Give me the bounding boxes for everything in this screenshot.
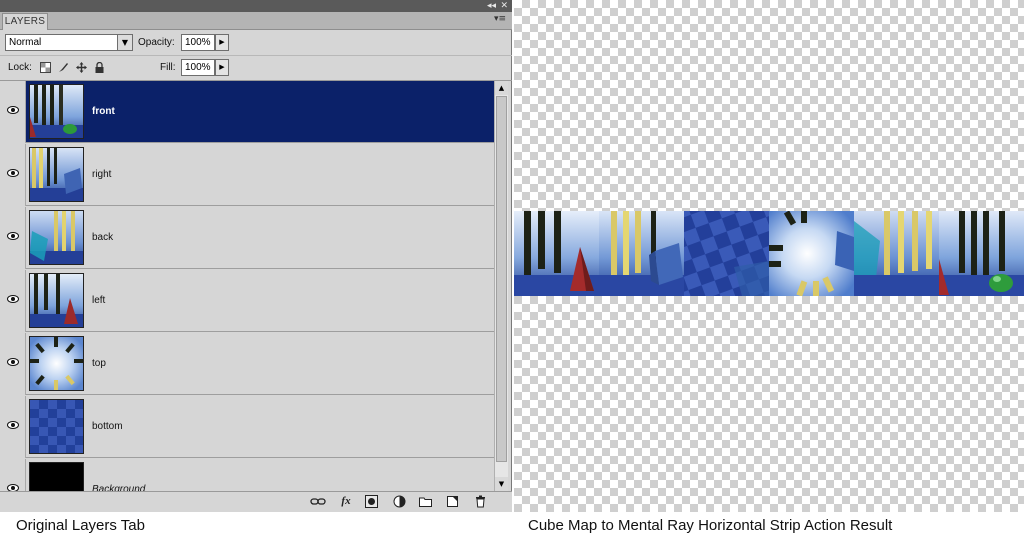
layer-row-top[interactable]: top — [0, 333, 494, 395]
visibility-toggle[interactable] — [0, 459, 26, 491]
link-icon[interactable] — [310, 495, 326, 508]
layer-name: top — [92, 358, 106, 369]
opacity-input[interactable]: 100% — [181, 34, 215, 51]
visibility-toggle[interactable] — [0, 144, 26, 206]
layer-row-bottom[interactable]: bottom — [0, 396, 494, 458]
adjustment-icon[interactable] — [393, 495, 406, 508]
strip-face-top — [769, 211, 854, 296]
scroll-down-icon[interactable]: ▼ — [495, 477, 508, 491]
visibility-toggle[interactable] — [0, 333, 26, 395]
blend-mode-select[interactable]: Normal ▼ — [5, 34, 133, 51]
visibility-toggle[interactable] — [0, 270, 26, 332]
lock-all-icon[interactable] — [94, 62, 105, 73]
fill-input[interactable]: 100% — [181, 59, 215, 76]
caption-original-layers: Original Layers Tab — [16, 517, 145, 534]
fx-icon[interactable]: fx — [338, 495, 354, 508]
lock-pixels-brush-icon[interactable] — [58, 62, 69, 73]
layer-thumbnail-top — [29, 336, 84, 391]
visibility-toggle[interactable] — [0, 81, 26, 143]
scroll-up-icon[interactable]: ▲ — [495, 81, 508, 95]
lock-options-row: Lock: Fill: 100% ▶ — [0, 56, 512, 81]
fill-slider-button[interactable]: ▶ — [215, 59, 229, 76]
collapse-icon[interactable]: ◂◂ — [487, 0, 496, 12]
visibility-toggle[interactable] — [0, 396, 26, 458]
opacity-label: Opacity: — [138, 37, 175, 48]
panel-menu-icon[interactable]: ▾≡ — [494, 14, 506, 24]
layer-thumbnail-background — [29, 462, 84, 491]
mask-icon[interactable] — [365, 495, 378, 508]
chevron-down-icon[interactable]: ▼ — [117, 35, 132, 50]
caption-strip-result: Cube Map to Mental Ray Horizontal Strip … — [528, 517, 893, 534]
opacity-slider-button[interactable]: ▶ — [215, 34, 229, 51]
layer-name: back — [92, 232, 114, 243]
strip-face-bottom — [684, 211, 769, 296]
layer-thumbnail-right — [29, 147, 84, 202]
layer-name: bottom — [92, 421, 123, 432]
blend-options-row: Normal ▼ Opacity: 100% ▶ — [0, 31, 512, 56]
layer-name: left — [92, 295, 106, 306]
layer-row-background[interactable]: Background — [0, 459, 494, 491]
layer-name: front — [92, 106, 115, 117]
layer-row-left[interactable]: left — [0, 270, 494, 332]
panel-titlebar: ◂◂ ✕ — [0, 0, 512, 12]
tab-row: LAYERS ▾≡ — [0, 12, 512, 30]
scroll-thumb[interactable] — [496, 96, 507, 462]
strip-face-right — [854, 211, 939, 296]
blend-mode-value: Normal — [9, 37, 42, 48]
eye-icon[interactable] — [7, 295, 19, 303]
close-icon[interactable]: ✕ — [500, 0, 508, 12]
eye-icon[interactable] — [7, 169, 19, 177]
layer-thumbnail-left — [29, 273, 84, 328]
layer-name: Background — [92, 484, 146, 491]
eye-icon[interactable] — [7, 421, 19, 429]
lock-label: Lock: — [8, 62, 32, 73]
fill-label: Fill: — [160, 62, 176, 73]
layer-name: right — [92, 169, 112, 180]
layer-row-right[interactable]: right — [0, 144, 494, 206]
layer-row-back[interactable]: back — [0, 207, 494, 269]
layer-thumbnail-back — [29, 210, 84, 265]
tab-layers[interactable]: LAYERS — [2, 13, 48, 30]
trash-icon[interactable] — [474, 495, 487, 508]
lock-transparency-icon[interactable] — [40, 62, 51, 73]
eye-icon[interactable] — [7, 106, 19, 114]
new-layer-icon[interactable] — [446, 495, 459, 508]
cube-map-horizontal-strip — [514, 211, 1024, 296]
eye-icon[interactable] — [7, 358, 19, 366]
visibility-toggle[interactable] — [0, 207, 26, 269]
layers-list: front right back left top bottom Backgro… — [0, 81, 494, 491]
strip-face-left — [514, 211, 599, 296]
layer-row-front[interactable]: front — [0, 81, 494, 143]
eye-icon[interactable] — [7, 484, 19, 491]
layers-footer: fx — [0, 491, 512, 512]
eye-icon[interactable] — [7, 232, 19, 240]
folder-icon[interactable] — [419, 495, 432, 508]
strip-face-back — [939, 211, 1024, 296]
layers-panel: ◂◂ ✕ LAYERS ▾≡ Normal ▼ Opacity: 100% ▶ … — [0, 0, 512, 512]
lock-position-move-icon[interactable] — [76, 62, 87, 73]
strip-face-front — [599, 211, 684, 296]
layer-thumbnail-front — [29, 84, 84, 139]
layer-thumbnail-bottom — [29, 399, 84, 454]
layers-scrollbar[interactable]: ▲ ▼ — [494, 81, 508, 491]
